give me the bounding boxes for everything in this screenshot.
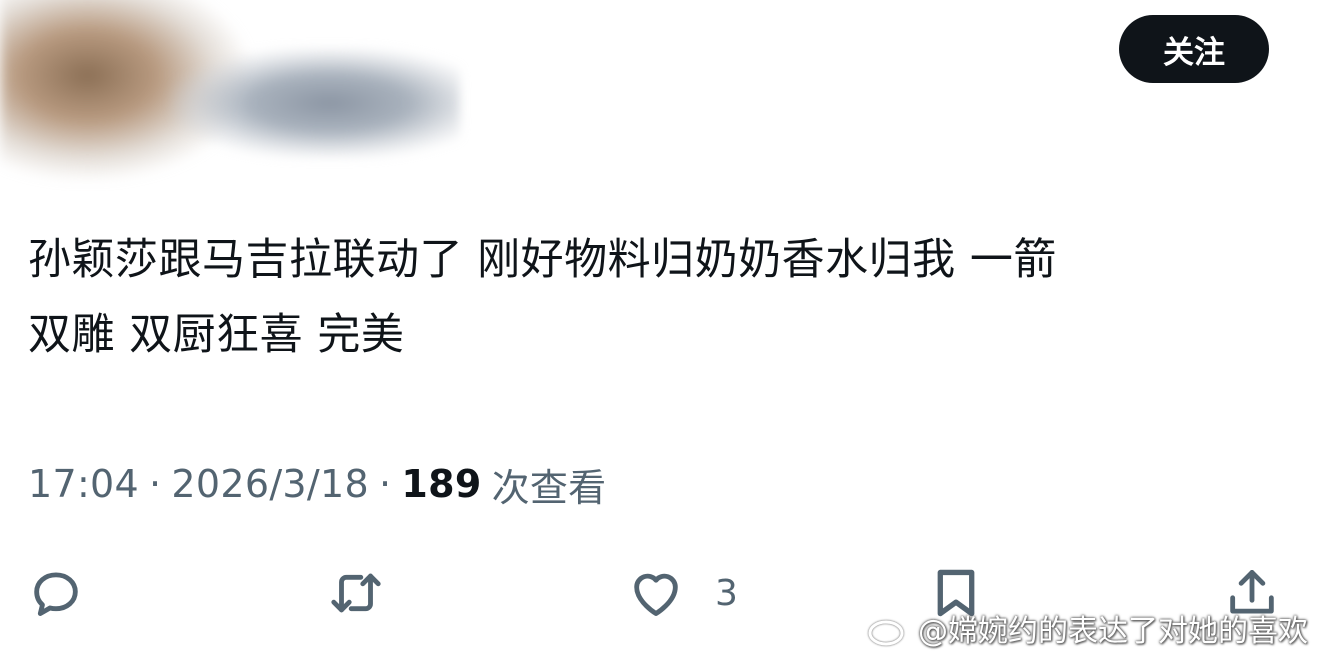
like-count: 3 [715, 572, 738, 614]
reply-button[interactable] [27, 560, 85, 626]
tweet-meta: 17:04 · 2026/3/18 · 189 次查看 [28, 458, 606, 510]
tweet-time[interactable]: 17:04 [28, 462, 139, 506]
heart-icon [634, 573, 678, 616]
meta-separator: · [149, 462, 162, 506]
tweet-date[interactable]: 2026/3/18 [171, 462, 369, 506]
retweet-icon [331, 573, 381, 613]
author-name-blurred[interactable] [170, 48, 460, 158]
tweet-text: 孙颖莎跟马吉拉联动了 刚好物料归奶奶香水归我 一箭 双雕 双厨狂喜 完美 [28, 235, 1057, 360]
views-count: 189 [401, 462, 482, 506]
weibo-logo-icon [868, 612, 911, 646]
weibo-watermark: @嫦婉约的表达了对她的喜欢 [866, 604, 1308, 652]
views-label: 次查看 [491, 465, 607, 510]
follow-button[interactable]: 关注 [1119, 15, 1269, 83]
like-button[interactable]: 3 [627, 560, 738, 626]
retweet-button[interactable] [327, 560, 385, 626]
tweet-header: 关注 [0, 0, 1320, 190]
meta-separator: · [378, 462, 392, 506]
watermark-text: @嫦婉约的表达了对她的喜欢 [918, 614, 1308, 649]
reply-icon [34, 572, 78, 616]
